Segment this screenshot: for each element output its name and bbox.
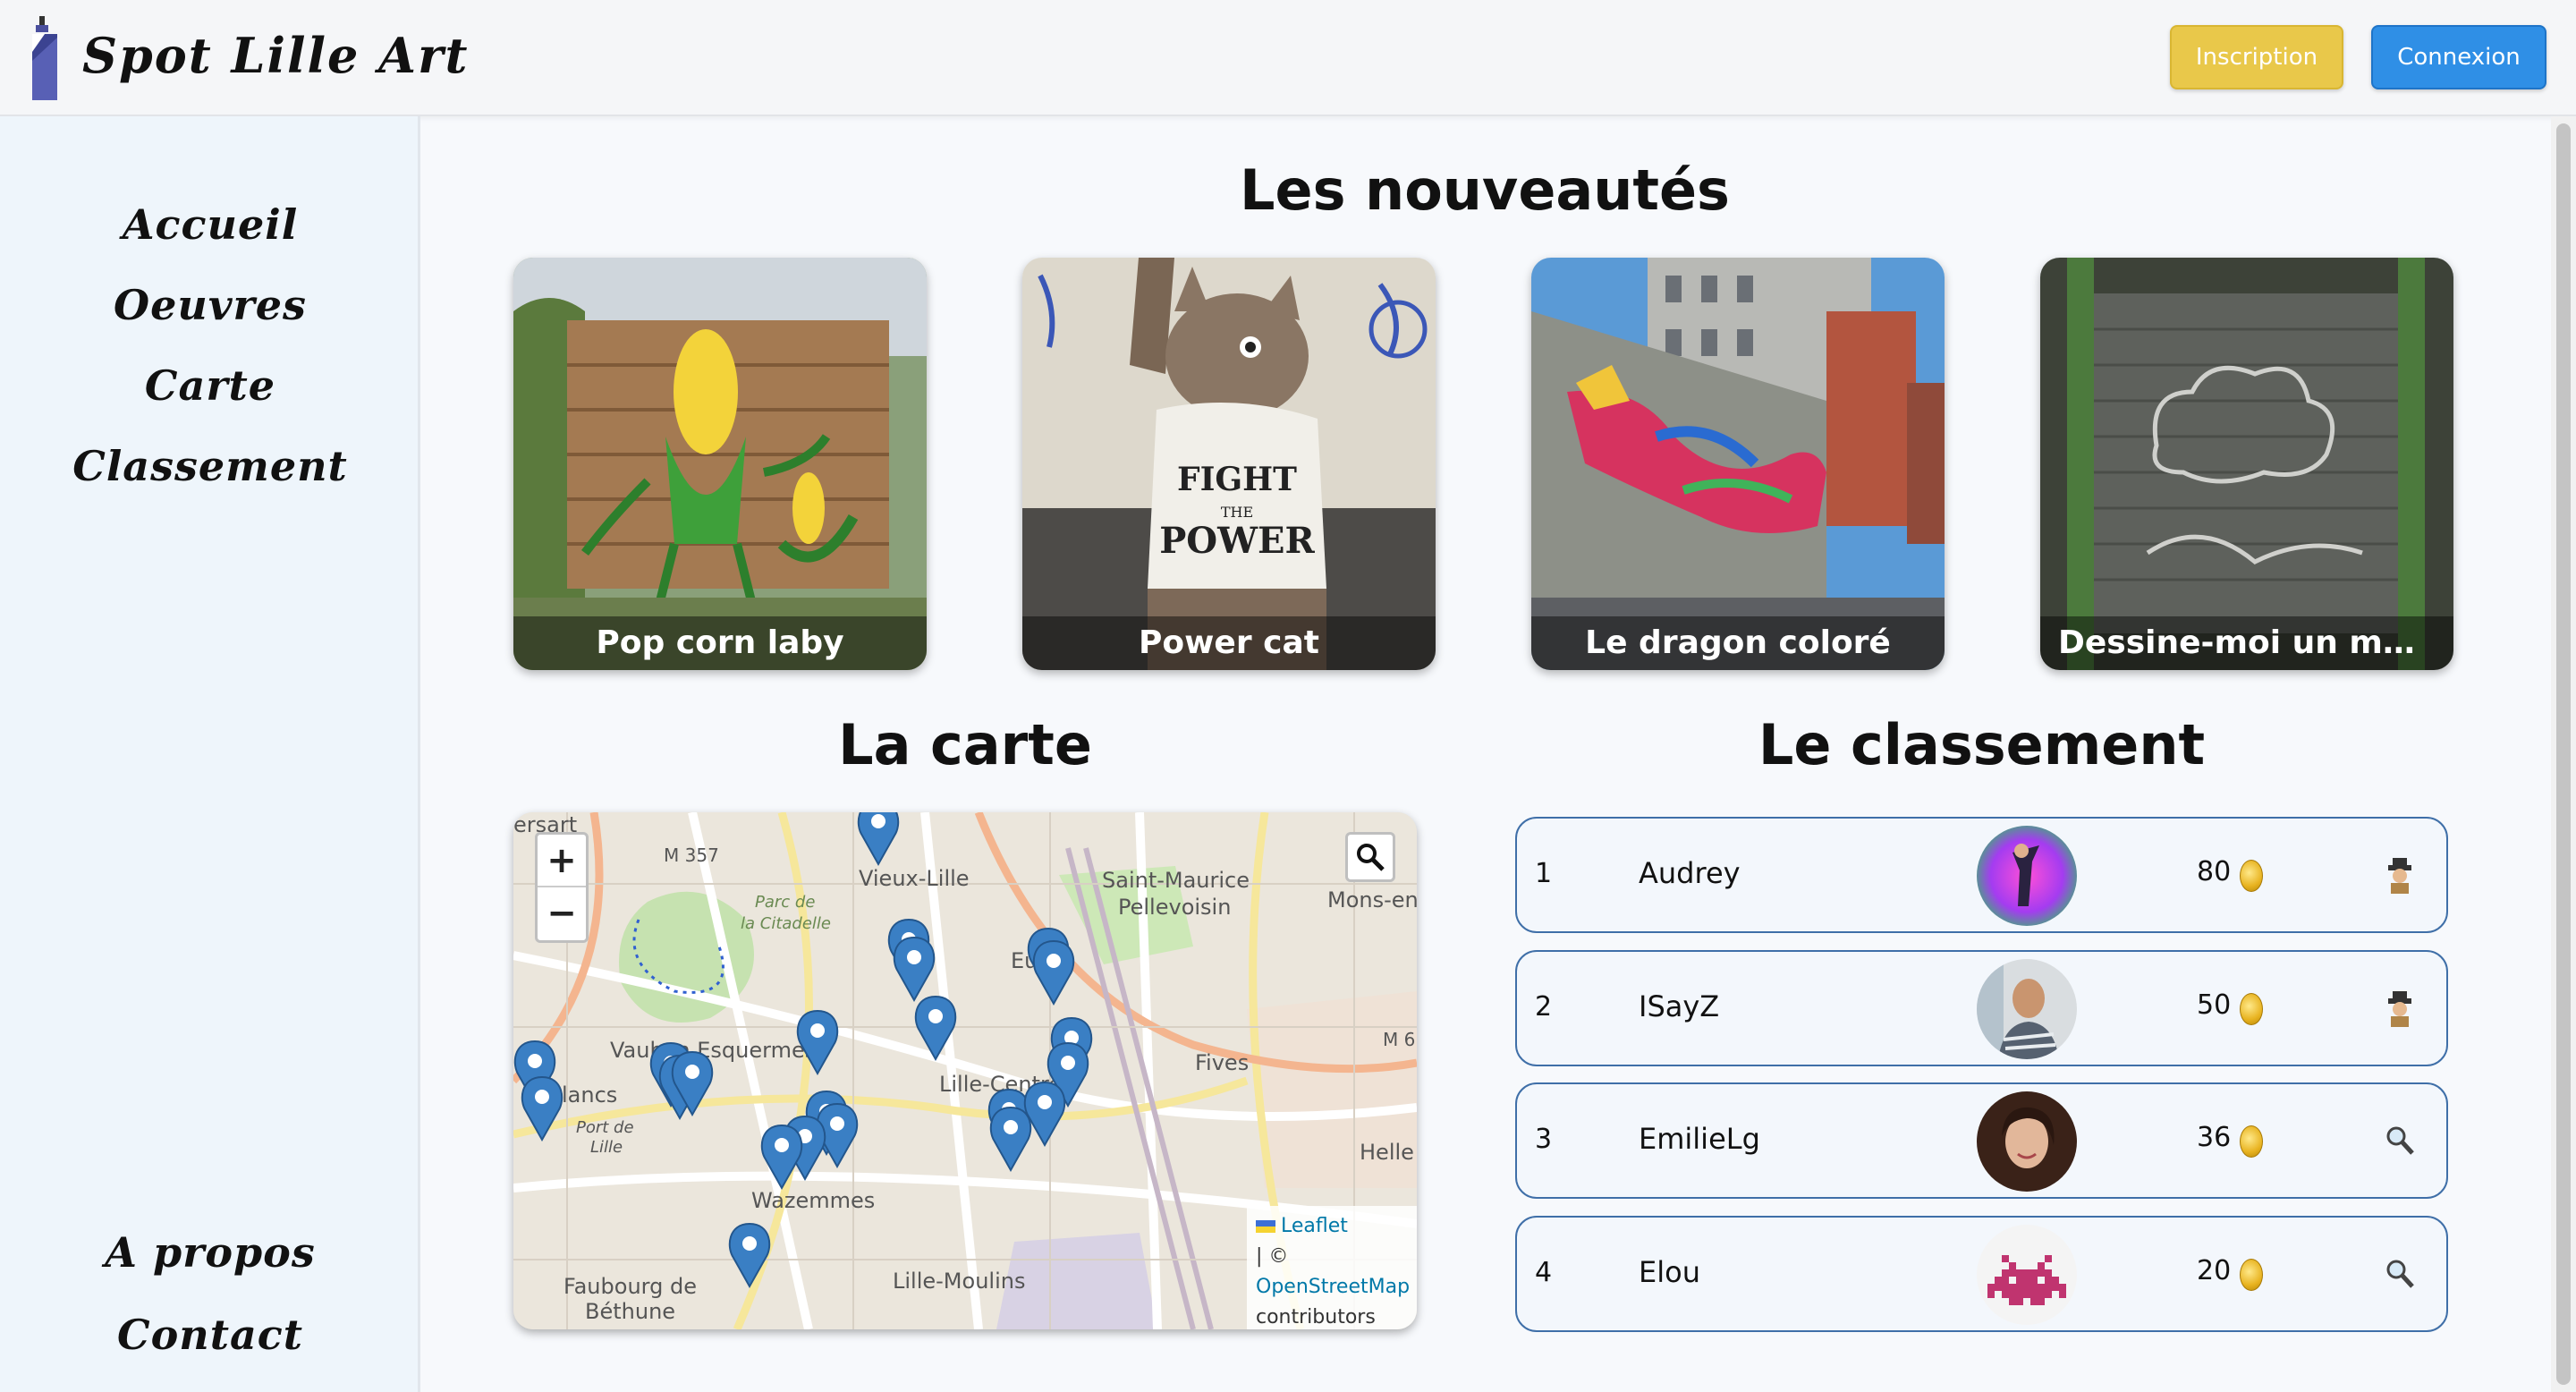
map-marker-icon[interactable] [893, 937, 936, 1001]
coin-icon [2240, 860, 2263, 892]
artwork-card[interactable]: Le dragon coloré [1531, 258, 1945, 670]
brand-title[interactable]: Spot Lille Art [82, 27, 469, 84]
svg-text:FIGHT: FIGHT [1177, 461, 1297, 498]
leaflet-link[interactable]: Leaflet [1281, 1215, 1348, 1237]
ukraine-flag-icon [1256, 1220, 1275, 1233]
artwork-caption: Power cat [1022, 616, 1436, 670]
sidebar-item-oeuvres[interactable]: Oeuvres [0, 265, 420, 345]
rank-position: 1 [1535, 858, 1553, 889]
ranking-row[interactable]: 1 Audrey 80 [1515, 817, 2448, 933]
rank-position: 2 [1535, 991, 1553, 1023]
artwork-image-power-cat: FIGHT THE POWER [1022, 258, 1436, 670]
zoom-control: + − [535, 832, 589, 943]
attribution-contributors: contributors [1256, 1306, 1376, 1328]
rank-username[interactable]: Audrey [1639, 856, 1741, 890]
attribution-separator: | © [1256, 1245, 1289, 1268]
artwork-image-mouton [2040, 258, 2453, 670]
sidebar-item-a-propos[interactable]: A propos [0, 1211, 420, 1294]
artwork-card[interactable]: Dessine-moi un mouton [2040, 258, 2453, 670]
map-marker-icon[interactable] [728, 1223, 771, 1287]
osm-link[interactable]: OpenStreetMap [1256, 1272, 1410, 1303]
ranking-row[interactable]: 2 ISayZ 50 [1515, 950, 2448, 1066]
coin-icon [2240, 1259, 2263, 1291]
detective-icon [2388, 991, 2411, 1027]
map-marker-icon[interactable] [760, 1125, 803, 1189]
artwork-caption: Pop corn laby [513, 616, 927, 670]
map-search-button[interactable] [1345, 832, 1395, 882]
map-marker-icon[interactable] [989, 1107, 1032, 1171]
avatar[interactable] [1977, 959, 2077, 1059]
artwork-caption: Dessine-moi un mouton [2040, 616, 2453, 670]
map-marker-icon[interactable] [1032, 940, 1075, 1005]
scrollbar-thumb[interactable] [2556, 123, 2571, 1385]
sidebar: Accueil Oeuvres Carte Classement A propo… [0, 116, 420, 1392]
zoom-out-button[interactable]: − [538, 887, 586, 940]
magnifier-icon [2386, 1126, 2414, 1155]
map-title: La carte [838, 712, 1092, 777]
map-marker-icon[interactable] [857, 812, 900, 865]
avatar[interactable] [1977, 1225, 2077, 1325]
rank-score: 80 [2197, 856, 2232, 887]
sidebar-item-carte[interactable]: Carte [0, 345, 420, 426]
login-button[interactable]: Connexion [2371, 25, 2546, 89]
rank-score: 20 [2197, 1255, 2232, 1286]
artwork-image-pop-corn [513, 258, 927, 670]
coin-icon [2240, 993, 2263, 1025]
sidebar-item-contact[interactable]: Contact [0, 1294, 420, 1376]
sidebar-item-accueil[interactable]: Accueil [0, 184, 420, 265]
rank-username[interactable]: EmilieLg [1639, 1122, 1760, 1156]
rank-position: 4 [1535, 1257, 1553, 1288]
map-attribution: Leaflet | © OpenStreetMap contributors [1247, 1206, 1417, 1329]
sidebar-nav: Accueil Oeuvres Carte Classement [0, 184, 420, 506]
map-marker-icon[interactable] [796, 1010, 839, 1074]
ranking-row[interactable]: 4 Elou 20 [1515, 1216, 2448, 1332]
rank-score: 36 [2197, 1122, 2232, 1153]
rank-username[interactable]: ISayZ [1639, 989, 1719, 1023]
coin-icon [2240, 1125, 2263, 1158]
artwork-image-dragon [1531, 258, 1945, 670]
artwork-card[interactable]: Pop corn laby [513, 258, 927, 670]
map-marker-icon[interactable] [914, 996, 957, 1060]
svg-text:POWER: POWER [1159, 520, 1315, 562]
news-title: Les nouveautés [1240, 157, 1730, 223]
avatar[interactable] [1977, 1091, 2077, 1192]
spray-can-logo-icon[interactable] [27, 16, 63, 100]
artwork-caption: Le dragon coloré [1531, 616, 1945, 670]
magnifier-icon [2386, 1260, 2414, 1288]
sidebar-item-classement[interactable]: Classement [0, 426, 420, 506]
signup-button[interactable]: Inscription [2170, 25, 2343, 89]
svg-text:THE: THE [1221, 504, 1253, 521]
avatar[interactable] [1977, 826, 2077, 926]
sidebar-footer-nav: A propos Contact [0, 1211, 420, 1376]
rank-username[interactable]: Elou [1639, 1255, 1700, 1289]
artwork-card[interactable]: FIGHT THE POWER Power cat [1022, 258, 1436, 670]
street-art-map[interactable]: ersart M 357 Vieux-Lille Saint-Maurice P… [513, 812, 1417, 1329]
ranking-title: Le classement [1758, 712, 2206, 777]
detective-icon [2388, 858, 2411, 894]
zoom-in-button[interactable]: + [538, 835, 586, 887]
rank-score: 50 [2197, 989, 2232, 1021]
page-scrollbar[interactable] [2551, 116, 2576, 1392]
ranking-row[interactable]: 3 EmilieLg 36 [1515, 1082, 2448, 1199]
rank-position: 3 [1535, 1124, 1553, 1155]
top-header: Spot Lille Art Inscription Connexion [0, 0, 2576, 116]
map-marker-icon[interactable] [521, 1076, 564, 1141]
search-icon [1357, 844, 1385, 871]
map-marker-icon[interactable] [1023, 1082, 1066, 1146]
